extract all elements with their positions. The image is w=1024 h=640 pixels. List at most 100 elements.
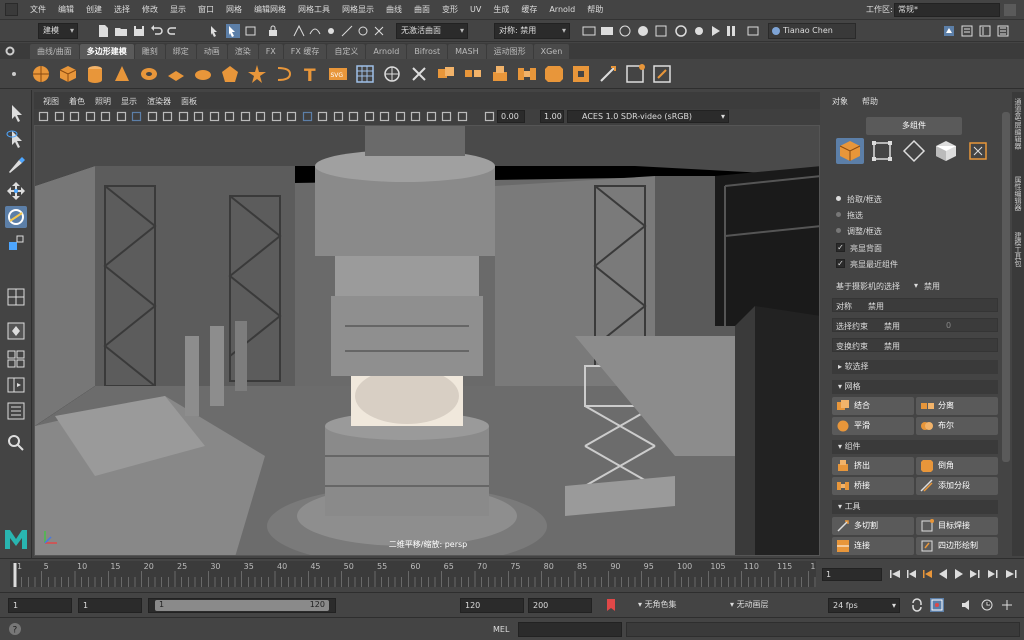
vertex-mode-icon[interactable] bbox=[868, 138, 896, 164]
ipr-render-icon[interactable] bbox=[600, 24, 614, 38]
bridge-icon[interactable] bbox=[516, 63, 538, 85]
torus-icon[interactable] bbox=[138, 63, 160, 85]
mirror-icon[interactable] bbox=[408, 63, 430, 85]
hypershade-icon[interactable] bbox=[636, 24, 650, 38]
ambient-occlusion-icon[interactable] bbox=[348, 111, 359, 122]
grease-pencil-icon[interactable] bbox=[116, 111, 127, 122]
single-perspective-layout-icon[interactable] bbox=[5, 286, 27, 308]
modeling-toolkit-toggle-icon[interactable] bbox=[942, 24, 956, 38]
menu-item[interactable]: 网格显示 bbox=[336, 0, 380, 20]
add-divisions-button[interactable]: 添加分段 bbox=[916, 477, 998, 495]
shelf-tab[interactable]: FX 缓存 bbox=[283, 44, 327, 59]
play-backward-icon[interactable] bbox=[936, 567, 950, 581]
step-back-frame-icon[interactable] bbox=[920, 567, 934, 581]
menu-item[interactable]: 修改 bbox=[136, 0, 164, 20]
bookmark-icon[interactable] bbox=[604, 598, 618, 612]
key-settings-icon[interactable] bbox=[1000, 598, 1014, 612]
menu-item[interactable]: 缓存 bbox=[515, 0, 543, 20]
use-all-lights-icon[interactable] bbox=[317, 111, 328, 122]
anim-layer-dropdown[interactable]: ▾ 无动画层 bbox=[726, 598, 820, 613]
menu-item[interactable]: 选择 bbox=[108, 0, 136, 20]
snap-grid-icon[interactable] bbox=[292, 24, 306, 38]
edge-mode-icon[interactable] bbox=[900, 138, 928, 164]
open-scene-icon[interactable] bbox=[114, 24, 128, 38]
render-frame-icon[interactable] bbox=[582, 24, 596, 38]
shelf-tab[interactable]: 绑定 bbox=[165, 44, 196, 59]
viewport-menu-item[interactable]: 视图 bbox=[38, 95, 64, 109]
render-settings-icon[interactable] bbox=[618, 24, 632, 38]
smooth-shade-icon[interactable] bbox=[255, 111, 266, 122]
svg-icon[interactable]: SVG bbox=[327, 63, 349, 85]
gate-mask-icon[interactable] bbox=[178, 111, 189, 122]
channel-box-side-tab[interactable]: 通道盒/层编辑器 bbox=[1013, 98, 1023, 149]
camera-attributes-icon[interactable] bbox=[54, 111, 65, 122]
sphere-icon[interactable] bbox=[30, 63, 52, 85]
face-mode-icon[interactable] bbox=[932, 138, 960, 164]
cone-icon[interactable] bbox=[111, 63, 133, 85]
symmetry-dropdown[interactable]: 对称: 禁用 bbox=[494, 23, 570, 39]
step-forward-frame-icon[interactable] bbox=[968, 567, 982, 581]
connect-button[interactable]: 连接 bbox=[832, 537, 914, 555]
image-plane-icon[interactable] bbox=[85, 111, 96, 122]
toolkit-menu-item[interactable]: 对象 bbox=[832, 95, 862, 109]
smooth-button[interactable]: 平滑 bbox=[832, 417, 914, 435]
boolean-button[interactable]: 布尔 bbox=[916, 417, 998, 435]
play-forward-icon[interactable] bbox=[952, 567, 966, 581]
perspective-viewport[interactable]: 二维平移/缩放: persp bbox=[34, 125, 820, 556]
rotate-tool-icon[interactable] bbox=[5, 206, 27, 228]
menu-item[interactable]: 窗口 bbox=[192, 0, 220, 20]
four-view-layout-icon[interactable] bbox=[5, 320, 27, 342]
snap-surface-icon[interactable] bbox=[356, 24, 370, 38]
grid-toggle-icon[interactable] bbox=[131, 111, 142, 122]
uv-mode-icon[interactable] bbox=[964, 138, 992, 164]
snapshot-icon[interactable] bbox=[746, 24, 760, 38]
mesh-section[interactable]: ▾ 网格 bbox=[832, 380, 998, 394]
menu-item[interactable]: 生成 bbox=[487, 0, 515, 20]
menu-item[interactable]: 变形 bbox=[436, 0, 464, 20]
snap-curve-icon[interactable] bbox=[308, 24, 322, 38]
color-space-dropdown[interactable]: ACES 1.0 SDR-video (sRGB) bbox=[567, 110, 729, 123]
auto-key-icon[interactable] bbox=[930, 598, 944, 612]
gamma-field[interactable]: 1.00 bbox=[540, 110, 564, 123]
paint-select-tool-icon[interactable] bbox=[5, 154, 27, 176]
shelf-tab[interactable]: 雕刻 bbox=[134, 44, 165, 59]
menu-item[interactable]: Arnold bbox=[543, 0, 581, 20]
attribute-editor-toggle-icon[interactable] bbox=[960, 24, 974, 38]
shelf-settings-gear-icon[interactable] bbox=[4, 45, 16, 57]
snap-view-icon[interactable] bbox=[340, 24, 354, 38]
disc-icon[interactable] bbox=[192, 63, 214, 85]
menu-item[interactable]: 曲线 bbox=[380, 0, 408, 20]
resolution-gate-icon[interactable] bbox=[162, 111, 173, 122]
scale-tool-icon[interactable] bbox=[5, 232, 27, 254]
select-tool-icon[interactable] bbox=[5, 102, 27, 124]
components-section[interactable]: ▾ 组件 bbox=[832, 440, 998, 454]
anti-aliasing-icon[interactable] bbox=[379, 111, 390, 122]
field-chart-icon[interactable] bbox=[193, 111, 204, 122]
lasso-tool-icon[interactable] bbox=[5, 128, 27, 150]
live-surface-dropdown[interactable]: 无激活曲面 bbox=[396, 23, 468, 39]
bevel-icon[interactable] bbox=[543, 63, 565, 85]
menu-item[interactable]: 网格 bbox=[220, 0, 248, 20]
menu-item[interactable]: 文件 bbox=[24, 0, 52, 20]
shadows-icon[interactable] bbox=[333, 111, 344, 122]
sound-icon[interactable] bbox=[960, 598, 974, 612]
menu-item[interactable]: 帮助 bbox=[581, 0, 609, 20]
shelf-tab[interactable]: MASH bbox=[448, 44, 486, 59]
two-d-pan-icon[interactable] bbox=[100, 111, 111, 122]
current-time-marker[interactable] bbox=[13, 563, 17, 587]
select-hierarchy-icon[interactable] bbox=[208, 24, 222, 38]
combine-button[interactable]: 结合 bbox=[832, 397, 914, 415]
animation-start-field[interactable]: 1 bbox=[8, 598, 72, 613]
soft-select-section[interactable]: ▸ 软选择 bbox=[832, 360, 998, 374]
user-account-button[interactable]: Tianao Chen bbox=[768, 23, 856, 39]
depth-of-field-icon[interactable] bbox=[395, 111, 406, 122]
extrude-button[interactable]: 挤出 bbox=[832, 457, 914, 475]
xray-components-icon[interactable] bbox=[457, 111, 468, 122]
toolkit-menu-item[interactable]: 帮助 bbox=[862, 95, 892, 109]
arnold-ipr-icon[interactable] bbox=[692, 24, 706, 38]
multicut-icon[interactable] bbox=[597, 63, 619, 85]
camera-icon[interactable] bbox=[381, 63, 403, 85]
menu-item[interactable]: 编辑网格 bbox=[248, 0, 292, 20]
channel-box-toggle-icon[interactable] bbox=[996, 24, 1010, 38]
range-slider[interactable]: 1 120 bbox=[148, 598, 336, 613]
